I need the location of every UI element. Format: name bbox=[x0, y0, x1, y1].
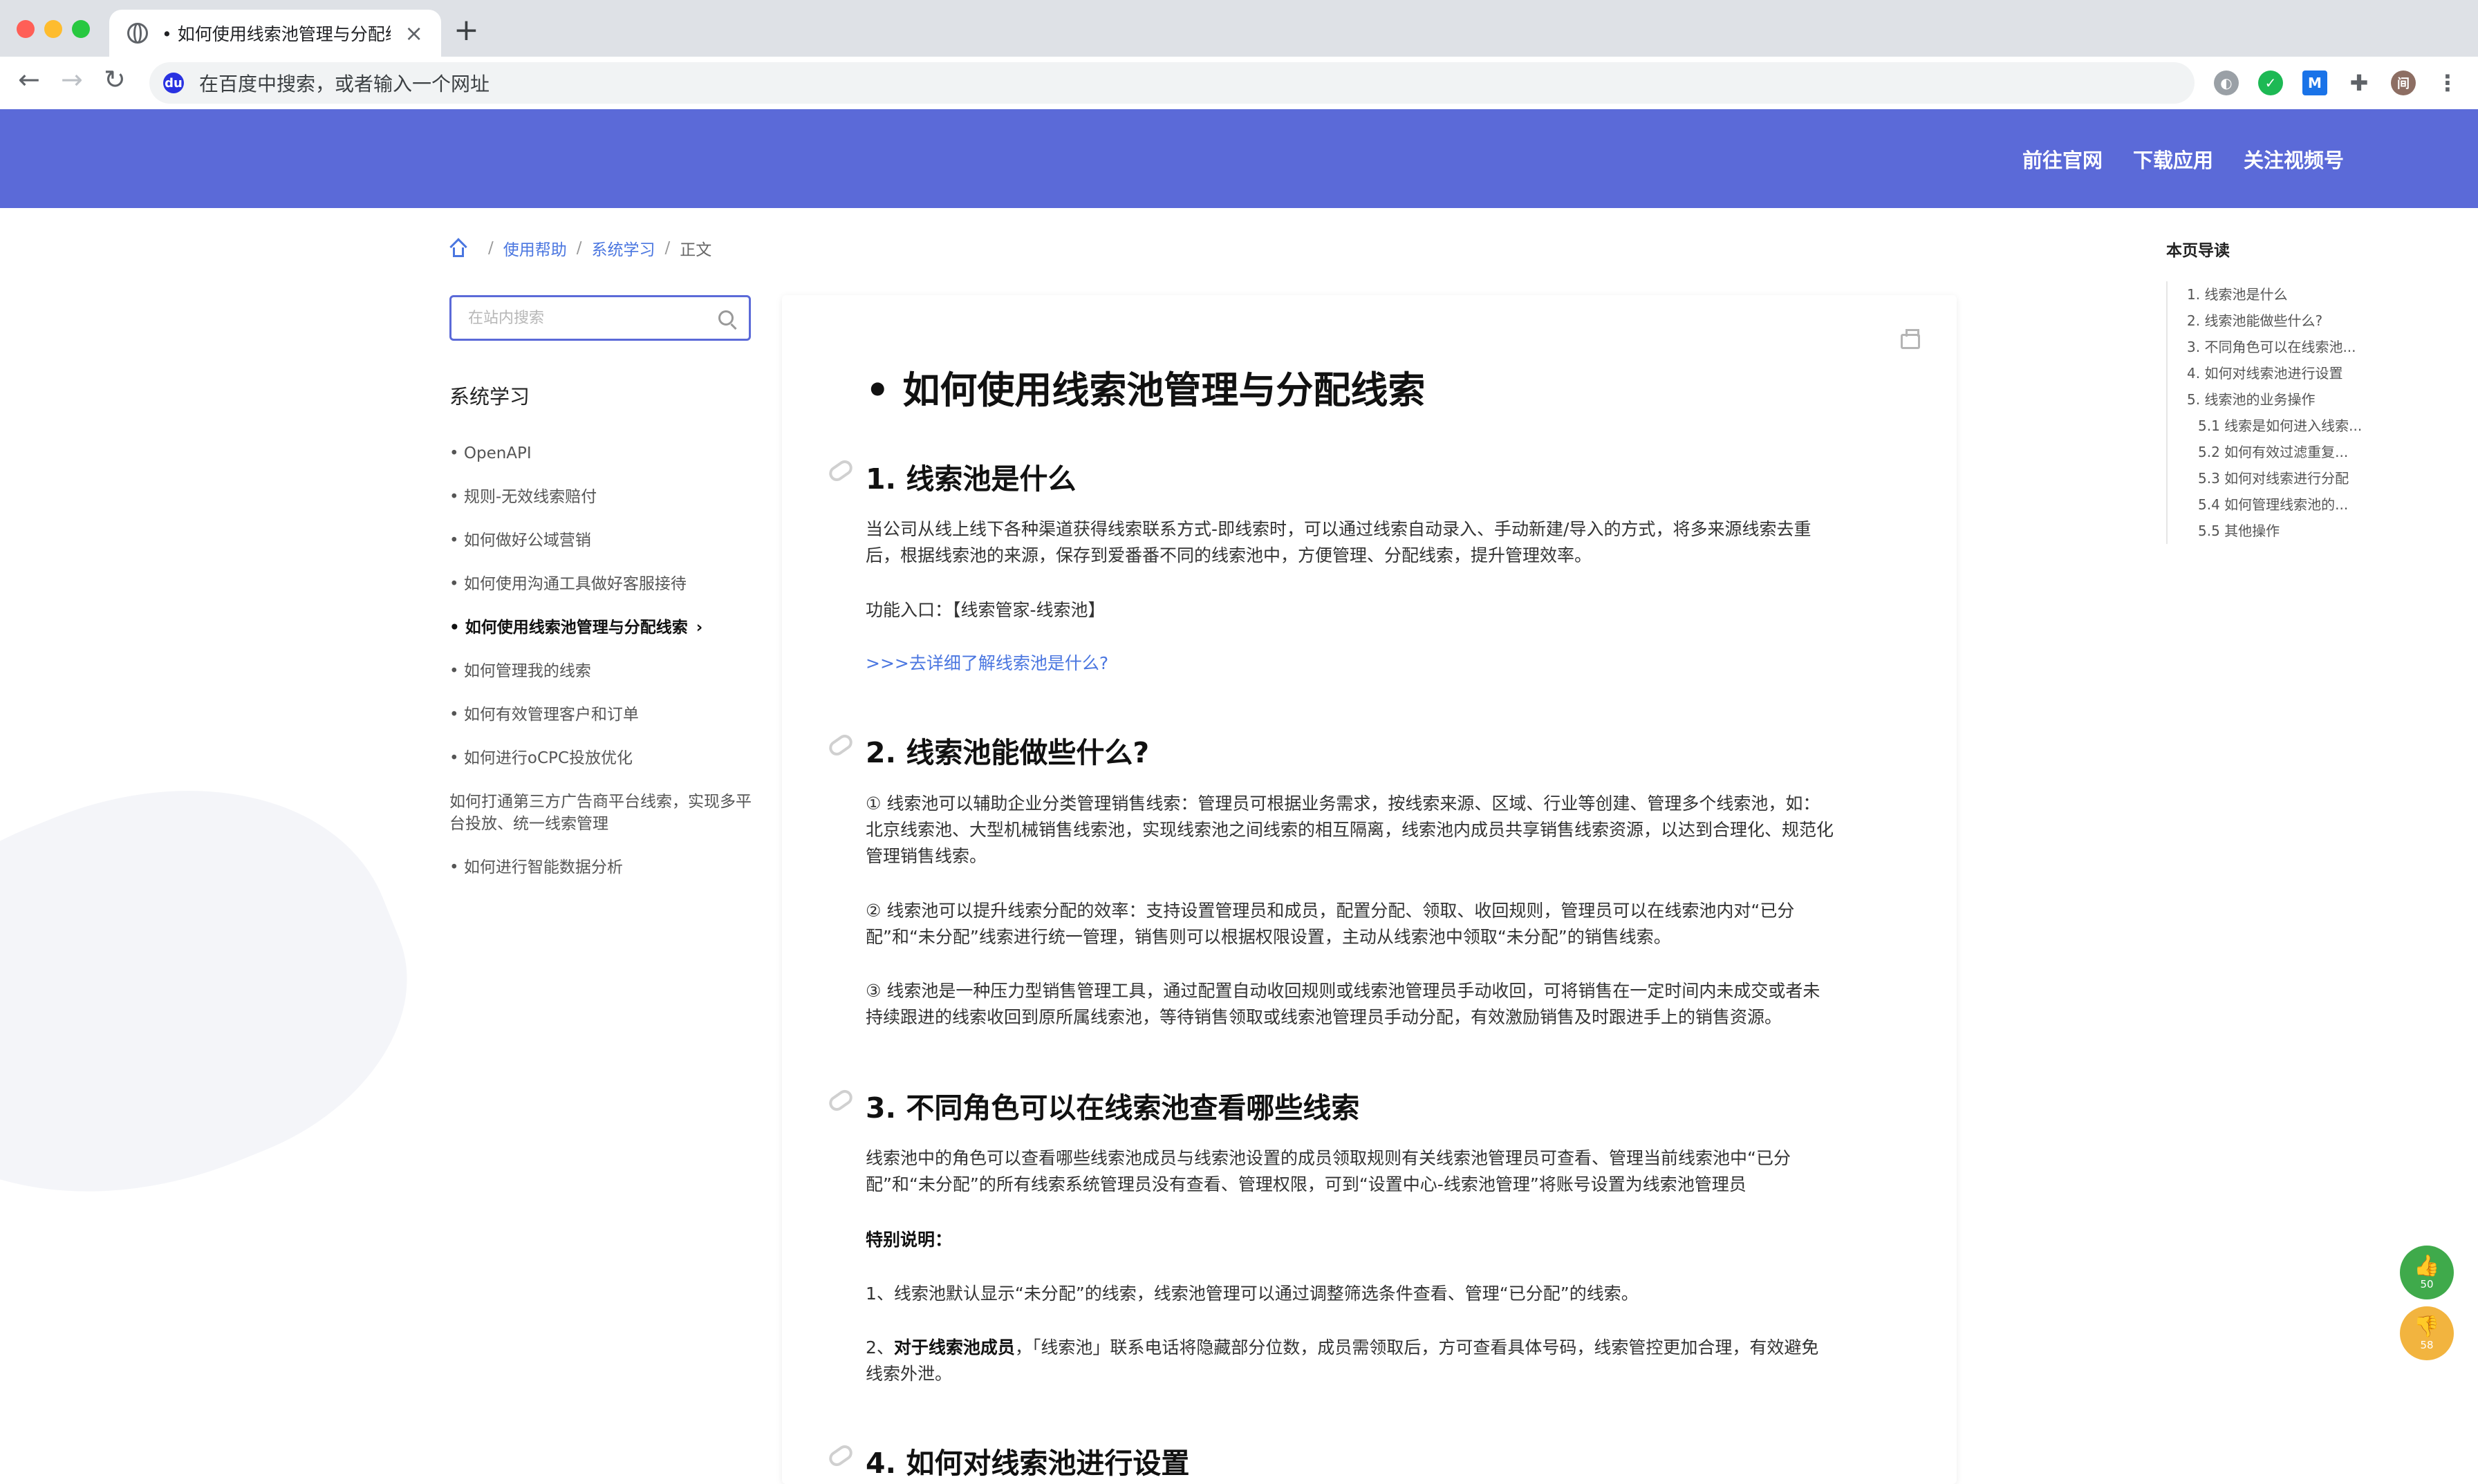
learn-more-link[interactable]: >>>去详细了解线索池是什么? bbox=[866, 650, 1834, 677]
paragraph: ② 线索池可以提升线索分配的效率：支持设置管理员和成员，配置分配、领取、收回规则… bbox=[866, 901, 1795, 947]
thumbs-down-icon: 👎 bbox=[2414, 1314, 2440, 1339]
print-icon[interactable] bbox=[1901, 329, 1920, 349]
window-maximize-button[interactable] bbox=[72, 20, 90, 38]
browser-tabstrip: • 如何使用线索池管理与分配线索 × + bbox=[0, 0, 2478, 57]
baidu-paw-icon: du bbox=[163, 73, 184, 93]
paragraph: ③ 线索池是一种压力型销售管理工具，通过配置自动收回规则或线索池管理员手动收回，… bbox=[866, 981, 1820, 1027]
thumbs-up-button[interactable]: 👍 50 bbox=[2400, 1246, 2454, 1299]
breadcrumb: / 使用帮助 / 系统学习 / 正文 bbox=[449, 236, 711, 260]
link-anchor-icon[interactable] bbox=[826, 1442, 856, 1469]
paragraph: 2、对于线索池成员，「线索池」联系电话将隐藏部分位数，成员需领取后，方可查看具体… bbox=[866, 1335, 1834, 1387]
thumbs-up-icon: 👍 bbox=[2414, 1253, 2440, 1278]
tab-close-icon[interactable]: × bbox=[404, 22, 423, 44]
header-nav: 前往官网 下载应用 关注视频号 bbox=[2022, 109, 2344, 208]
toc-title: 本页导读 bbox=[2166, 242, 2230, 260]
link-anchor-icon[interactable] bbox=[826, 1087, 856, 1114]
toc-subitem[interactable]: 5.3 如何对线索进行分配 bbox=[2187, 465, 2349, 491]
browser-tab-active[interactable]: • 如何使用线索池管理与分配线索 × bbox=[109, 10, 441, 57]
address-placeholder: 在百度中搜索，或者输入一个网址 bbox=[199, 73, 490, 95]
nav-follow-video[interactable]: 关注视频号 bbox=[2244, 144, 2344, 173]
sidebar-item[interactable]: • 如何管理我的线索 bbox=[449, 660, 754, 682]
sidebar-item[interactable]: • 如何进行oCPC投放优化 bbox=[449, 747, 754, 769]
toc-list: 1. 线索池是什么 2. 线索池能做些什么? 3. 不同角色可以在线索池... … bbox=[2166, 281, 2362, 544]
toc-item[interactable]: 2. 线索池能做些什么? bbox=[2187, 308, 2346, 334]
link-anchor-icon[interactable] bbox=[826, 731, 856, 759]
page-toc: 本页导读 1. 线索池是什么 2. 线索池能做些什么? 3. 不同角色可以在线索… bbox=[2166, 237, 2362, 544]
paragraph: 线索池中的角色可以查看哪些线索池成员与线索池设置的成员领取规则有关线索池管理员可… bbox=[866, 1148, 1791, 1194]
sidebar-item[interactable]: • OpenAPI bbox=[449, 442, 754, 464]
paragraph: 1、线索池默认显示“未分配”的线索，线索池管理可以通过调整筛选条件查看、管理“已… bbox=[866, 1284, 1639, 1304]
extension-m-icon[interactable]: M bbox=[2302, 71, 2327, 95]
sidebar-item[interactable]: • 规则-无效线索赔付 bbox=[449, 486, 754, 508]
site-header: 前往官网 下载应用 关注视频号 bbox=[0, 109, 2478, 208]
paragraph: ① 线索池可以辅助企业分类管理销售线索：管理员可根据业务需求，按线索来源、区域、… bbox=[866, 793, 1834, 866]
thumbs-down-button[interactable]: 👎 58 bbox=[2400, 1306, 2454, 1360]
sidebar-item[interactable]: • 如何有效管理客户和订单 bbox=[449, 704, 754, 726]
toc-subitem[interactable]: 5.1 线索是如何进入线索... bbox=[2187, 413, 2362, 439]
background-decoration bbox=[0, 715, 454, 1276]
note-prefix: 2、 bbox=[866, 1337, 894, 1358]
toc-subitem[interactable]: 5.2 如何有效过滤重复... bbox=[2187, 439, 2348, 465]
paragraph: 当公司从线上线下各种渠道获得线索联系方式-即线索时，可以通过线索自动录入、手动新… bbox=[866, 519, 1811, 565]
article-card: • 如何使用线索池管理与分配线索 1. 线索池是什么 当公司从线上线下各种渠道获… bbox=[782, 295, 1957, 1484]
profile-avatar[interactable]: 间 bbox=[2391, 71, 2416, 95]
sidebar-item[interactable]: • 如何做好公域营销 bbox=[449, 529, 754, 552]
chevron-right-icon: › bbox=[696, 619, 703, 637]
reload-icon[interactable]: ↻ bbox=[104, 66, 126, 93]
breadcrumb-current: 正文 bbox=[680, 241, 712, 259]
section-heading: 2. 线索池能做些什么? bbox=[866, 736, 1150, 769]
section-heading: 4. 如何对线索池进行设置 bbox=[866, 1447, 1190, 1480]
extensions-puzzle-icon[interactable]: ✚ bbox=[2347, 70, 2372, 96]
sidebar-item[interactable]: • 如何进行智能数据分析 bbox=[449, 856, 754, 879]
thumbs-down-count: 58 bbox=[2420, 1338, 2434, 1351]
browser-toolbar: ← → ↻ du 在百度中搜索，或者输入一个网址 ◐ ✓ M ✚ 间 ⋮ bbox=[0, 57, 2478, 111]
window-minimize-button[interactable] bbox=[44, 20, 62, 38]
back-arrow-icon[interactable]: ← bbox=[18, 66, 40, 93]
new-tab-button[interactable]: + bbox=[454, 15, 479, 46]
nav-download-app[interactable]: 下载应用 bbox=[2133, 144, 2213, 173]
article-title: • 如何使用线索池管理与分配线索 bbox=[866, 368, 1426, 412]
sidebar-list: • OpenAPI • 规则-无效线索赔付 • 如何做好公域营销 • 如何使用沟… bbox=[449, 442, 754, 900]
paragraph: 功能入口：【线索管家-线索池】 bbox=[866, 600, 1106, 620]
extension-green-icon[interactable]: ✓ bbox=[2258, 71, 2283, 95]
globe-icon bbox=[127, 23, 148, 44]
section-heading: 3. 不同角色可以在线索池查看哪些线索 bbox=[866, 1091, 1360, 1125]
toc-subitem[interactable]: 5.5 其他操作 bbox=[2187, 518, 2346, 544]
sidebar-item[interactable]: 如何打通第三方广告商平台线索，实现多平台投放、统一线索管理 bbox=[449, 791, 754, 835]
breadcrumb-separator: / bbox=[488, 239, 494, 257]
special-note-label: 特别说明： bbox=[866, 1230, 953, 1250]
section-heading: 1. 线索池是什么 bbox=[866, 462, 1077, 496]
toc-item[interactable]: 1. 线索池是什么 bbox=[2187, 281, 2346, 308]
nav-official-site[interactable]: 前往官网 bbox=[2022, 144, 2103, 173]
sidebar-item-label: • 如何使用线索池管理与分配线索 bbox=[449, 619, 688, 637]
breadcrumb-help[interactable]: 使用帮助 bbox=[503, 236, 567, 260]
window-close-button[interactable] bbox=[17, 20, 35, 38]
home-icon[interactable] bbox=[449, 239, 467, 257]
toc-subitem[interactable]: 5.4 如何管理线索池的... bbox=[2187, 491, 2348, 518]
tab-title: • 如何使用线索池管理与分配线索 bbox=[162, 24, 391, 44]
search-icon[interactable] bbox=[718, 310, 734, 326]
note-bold: 对于线索池成员 bbox=[893, 1337, 1015, 1358]
thumbs-up-count: 50 bbox=[2420, 1277, 2434, 1290]
breadcrumb-system-learning[interactable]: 系统学习 bbox=[592, 236, 655, 260]
address-bar[interactable]: du 在百度中搜索，或者输入一个网址 bbox=[149, 62, 2195, 104]
toc-item[interactable]: 3. 不同角色可以在线索池... bbox=[2187, 334, 2356, 360]
toc-item[interactable]: 4. 如何对线索池进行设置 bbox=[2187, 360, 2346, 386]
link-anchor-icon[interactable] bbox=[826, 457, 856, 485]
browser-menu-icon[interactable]: ⋮ bbox=[2435, 70, 2460, 96]
site-search bbox=[449, 295, 751, 341]
sidebar-item-active[interactable]: • 如何使用线索池管理与分配线索 › bbox=[449, 617, 754, 639]
breadcrumb-separator: / bbox=[664, 239, 671, 257]
site-search-input[interactable] bbox=[467, 308, 718, 328]
forward-arrow-icon[interactable]: → bbox=[61, 66, 83, 93]
breadcrumb-separator: / bbox=[576, 239, 582, 257]
sidebar-item[interactable]: • 如何使用沟通工具做好客服接待 bbox=[449, 573, 754, 595]
toc-item[interactable]: 5. 线索池的业务操作 bbox=[2187, 386, 2346, 413]
extension-globe-icon[interactable]: ◐ bbox=[2214, 71, 2239, 95]
sidebar-title: 系统学习 bbox=[449, 385, 530, 408]
